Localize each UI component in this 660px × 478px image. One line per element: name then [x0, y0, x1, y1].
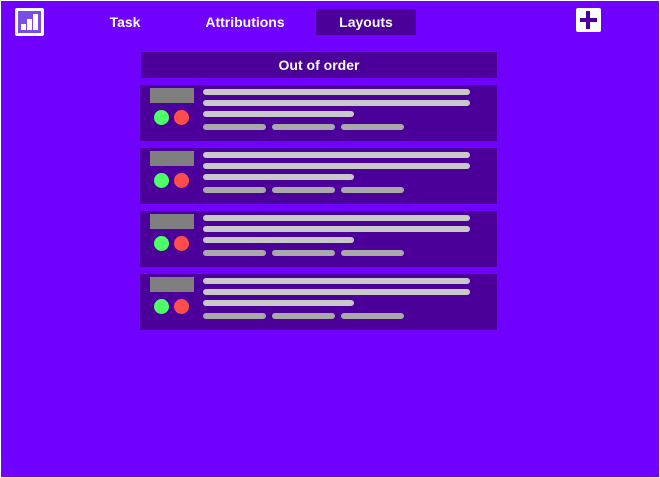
section-title: Out of order [141, 52, 497, 78]
placeholder-text-line [203, 163, 470, 169]
placeholder-tag [341, 187, 404, 193]
red-status-dot [174, 299, 189, 314]
placeholder-tag [203, 124, 266, 130]
red-status-dot [174, 173, 189, 188]
placeholder-tag [272, 124, 335, 130]
layout-card[interactable] [140, 274, 497, 330]
placeholder-tag [341, 313, 404, 319]
placeholder-tag [203, 187, 266, 193]
placeholder-text-line [203, 226, 470, 232]
placeholder-text-line [203, 289, 470, 295]
green-status-dot [154, 299, 169, 314]
bar-chart-icon-bar [21, 24, 26, 30]
placeholder-text-line [203, 89, 470, 95]
placeholder-tag [341, 250, 404, 256]
placeholder-tag [203, 313, 266, 319]
card-thumbnail [150, 88, 194, 103]
placeholder-text-line [203, 174, 354, 180]
red-status-dot [174, 110, 189, 125]
plus-icon [586, 11, 590, 29]
tab-task[interactable]: Task [95, 9, 155, 35]
green-status-dot [154, 236, 169, 251]
placeholder-text-line [203, 300, 354, 306]
card-thumbnail [150, 151, 194, 166]
tab-attributions[interactable]: Attributions [195, 9, 295, 35]
placeholder-text-line [203, 237, 354, 243]
bar-chart-icon-bar [33, 14, 38, 30]
green-status-dot [154, 173, 169, 188]
placeholder-tag [272, 313, 335, 319]
placeholder-tag [341, 124, 404, 130]
app-logo[interactable] [15, 8, 44, 36]
layout-card[interactable] [140, 148, 497, 204]
red-status-dot [174, 236, 189, 251]
placeholder-tag [272, 187, 335, 193]
placeholder-tag [203, 250, 266, 256]
card-thumbnail [150, 214, 194, 229]
green-status-dot [154, 110, 169, 125]
placeholder-text-line [203, 278, 470, 284]
layout-card[interactable] [140, 85, 497, 141]
placeholder-tag [272, 250, 335, 256]
placeholder-text-line [203, 100, 470, 106]
layout-card[interactable] [140, 211, 497, 267]
bar-chart-icon [18, 11, 41, 33]
bar-chart-icon-bar [27, 19, 32, 30]
card-thumbnail [150, 277, 194, 292]
placeholder-text-line [203, 152, 470, 158]
placeholder-text-line [203, 215, 470, 221]
add-button[interactable] [576, 8, 601, 32]
placeholder-text-line [203, 111, 354, 117]
tab-layouts[interactable]: Layouts [316, 9, 416, 35]
